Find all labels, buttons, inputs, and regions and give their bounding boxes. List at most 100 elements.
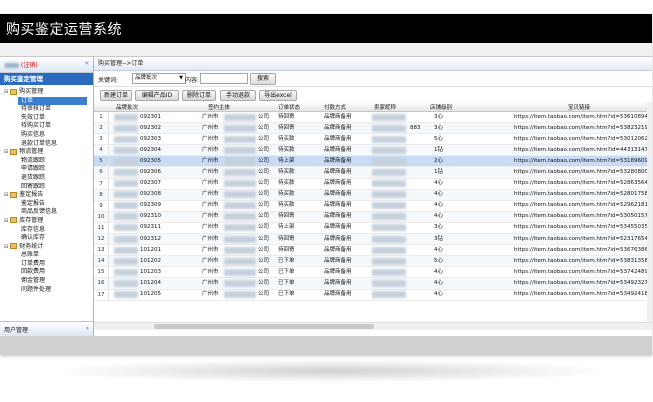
tree-folder[interactable]: ⊟ 物流管理 (0, 148, 93, 157)
redacted-text (372, 168, 406, 176)
cell-entity-suffix: 公司 (258, 135, 270, 142)
cell-batch: 101205 (140, 291, 161, 297)
tree-item[interactable]: 总账单 (0, 251, 93, 260)
vertical-scrollbar[interactable] (647, 102, 652, 322)
table-row[interactable]: 13 101201 广州市 公司 待回寄 品牌商备用 4心 https://item.taob… (94, 245, 652, 257)
cell-link[interactable]: https://item.taobao.com/item.htm?id=5383… (514, 258, 648, 265)
table-row[interactable]: 9 092309 广州市 公司 待买款 品牌商备用 4心 https://item.taoba… (94, 200, 652, 212)
cell-link[interactable]: https://item.taobao.com/item.htm?id=5301… (514, 136, 648, 143)
tree-folder[interactable]: ⊟ 购买管理 (0, 88, 93, 97)
sidebar-user-bar: (注销) « (0, 57, 93, 73)
logout-link[interactable]: (注销) (5, 60, 38, 69)
cell-link[interactable]: https://item.taobao.com/item.htm?id=4431… (514, 147, 648, 154)
collapse-toggle-icon[interactable]: ⊟ (4, 244, 8, 250)
tree-item[interactable]: 待审核订单 (0, 105, 93, 114)
sidebar-footer[interactable]: 用户管理 » (0, 321, 93, 336)
manual-refund-button[interactable]: 手动退款 (220, 90, 256, 101)
redacted-text (372, 224, 406, 232)
tree-item[interactable]: 物流跟踪 (0, 157, 93, 166)
tree-item[interactable]: 订单 (18, 96, 87, 106)
search-field-select[interactable]: 品牌批次 ▼ (132, 73, 186, 84)
collapse-icon[interactable]: « (85, 59, 89, 67)
cell-status: 待买款 (278, 135, 295, 142)
horizontal-scrollbar[interactable] (94, 322, 652, 330)
tree-folder[interactable]: ⊟ 财务统计 (0, 243, 93, 252)
cell-entity: 广州市 (202, 113, 219, 120)
cell-link[interactable]: https://item.taobao.com/item.htm?id=5280… (514, 191, 648, 198)
tree-item-label: 待购买订单 (21, 122, 52, 130)
table-row[interactable]: 14 101202 广州市 公司 已下单 品牌商备用 5心 https://item.taob… (94, 256, 652, 268)
collapse-toggle-icon[interactable]: ⊟ (4, 149, 8, 155)
tree-item[interactable]: 订单费用 (0, 260, 93, 269)
table-row[interactable]: 4 092304 广州市 公司 待买款 品牌商备用 1钻 https://item.taoba… (94, 145, 652, 157)
redacted-text (224, 124, 256, 132)
tree-item[interactable]: 购买信息 (0, 131, 93, 140)
tree-item[interactable]: 待购买订单 (0, 122, 93, 131)
table-row[interactable]: 15 101203 广州市 公司 已下单 品牌商备用 4心 https://item.taob… (94, 267, 652, 279)
column-header[interactable]: 宝贝链接 (568, 103, 590, 111)
cell-link[interactable]: https://item.taobao.com/item.htm?id=5382… (514, 125, 648, 132)
tree-item[interactable]: 回款费用 (0, 268, 93, 277)
tree-item[interactable]: 退货跟踪 (0, 174, 93, 183)
tree-item[interactable]: 申请跟踪 (0, 165, 93, 174)
redacted-text (224, 246, 256, 254)
cell-link[interactable]: https://item.taobao.com/item.htm?id=5361… (514, 114, 648, 121)
column-header[interactable]: 店铺级别 (430, 103, 452, 111)
tree-item-label: 问题件处理 (21, 285, 52, 293)
table-row[interactable]: 10 092310 广州市 公司 待回寄 品牌商备用 4心 https://item.taob… (94, 211, 652, 223)
edit-product-id-button[interactable]: 编辑产品ID (135, 90, 179, 101)
search-button[interactable]: 搜索 (250, 73, 276, 85)
cell-link[interactable]: https://item.taobao.com/item.htm?id=5345… (514, 224, 648, 231)
tree-item[interactable]: 回寄跟踪 (0, 183, 93, 192)
cell-link[interactable]: https://item.taobao.com/item.htm?id=5349… (514, 280, 648, 287)
tree-item[interactable]: 问题件处理 (0, 286, 93, 295)
column-header[interactable]: 付款方式 (324, 103, 346, 111)
redacted-text (224, 235, 256, 243)
tree-folder[interactable]: ⊟ 库存管理 (0, 217, 93, 226)
tree-item[interactable]: 确认库存 (0, 234, 93, 243)
table-row[interactable]: 11 092311 广州市 公司 待上架 品牌商备用 3心 https://item.taob… (94, 222, 652, 235)
table-row[interactable]: 3 092303 广州市 公司 待买款 品牌商备用 5心 https://item.taoba… (94, 134, 652, 146)
table-row[interactable]: 7 092307 广州市 公司 待买款 品牌商备用 4心 https://item.taoba… (94, 178, 652, 190)
table-row[interactable]: 6 092306 广州市 公司 待买款 品牌商备用 1钻 https://item.taoba… (94, 167, 652, 179)
table-row[interactable]: 17 101205 广州市 公司 已下单 品牌商备用 4心 https://item.taob… (94, 289, 652, 301)
cell-link[interactable]: https://item.taobao.com/item.htm?id=5374… (514, 269, 648, 276)
search-input[interactable] (200, 73, 248, 84)
cell-entity-suffix: 公司 (258, 202, 270, 209)
tree-item[interactable]: 商品反馈信息 (0, 208, 93, 217)
table-row[interactable]: 1 092301 广州市 公司 待回寄 品牌商备用 3心 https://item.taoba… (94, 112, 652, 124)
delete-order-button[interactable]: 删除订单 (182, 90, 216, 101)
column-header[interactable]: 签约主体 (208, 103, 230, 111)
table-row[interactable]: 2 092302 广州市 公司 待回寄 品牌商备用 883 3心 https://item.ta… (94, 123, 652, 135)
tree-item[interactable]: 库存信息 (0, 226, 93, 235)
expand-icon[interactable]: » (85, 325, 89, 332)
cell-link[interactable]: https://item.taobao.com/item.htm?id=5305… (514, 213, 648, 220)
sidebar-section-header[interactable]: 购买鉴定管理 (0, 73, 93, 85)
cell-link[interactable]: https://item.taobao.com/item.htm?id=5367… (514, 247, 648, 254)
table-row[interactable]: 16 101204 广州市 公司 已下单 品牌商备用 4心 https://item.taob… (94, 278, 652, 290)
table-row[interactable]: 5 092305 广州市 公司 待上架 品牌商备用 2心 https://item.taoba… (94, 156, 652, 168)
scrollbar-thumb[interactable] (154, 324, 374, 329)
tree-folder[interactable]: ⊟ 鉴定报告 (0, 191, 93, 200)
collapse-toggle-icon[interactable]: ⊟ (4, 89, 8, 95)
cell-link[interactable]: https://item.taobao.com/item.htm?id=5231… (514, 236, 648, 243)
cell-link[interactable]: https://item.taobao.com/item.htm?id=5318… (514, 158, 648, 165)
cell-link[interactable]: https://item.taobao.com/item.htm?id=5296… (514, 202, 648, 209)
table-row[interactable]: 8 092308 广州市 公司 待买款 品牌商备用 4心 https://item.taoba… (94, 189, 652, 201)
column-header[interactable]: 品牌批次 (116, 103, 138, 111)
table-row[interactable]: 12 092312 广州市 公司 待回寄 品牌商备用 3钻 https://item.taob… (94, 234, 652, 246)
tree-item[interactable]: 佣金管理 (0, 277, 93, 286)
redacted-text (372, 235, 406, 243)
collapse-toggle-icon[interactable]: ⊟ (4, 218, 8, 224)
column-header[interactable]: 卖家昵称 (374, 103, 396, 111)
cell-link[interactable]: https://item.taobao.com/item.htm?id=5286… (514, 180, 648, 187)
new-order-button[interactable]: 新建订单 (100, 90, 132, 101)
column-header[interactable]: 订单状态 (278, 103, 300, 111)
cell-status: 已下单 (278, 268, 295, 275)
cell-link[interactable]: https://item.taobao.com/item.htm?id=5328… (514, 169, 648, 176)
collapse-toggle-icon[interactable]: ⊟ (4, 192, 8, 198)
cell-link[interactable]: https://item.taobao.com/item.htm?id=5349… (514, 291, 648, 298)
tree-item[interactable]: 退款订单信息 (0, 140, 93, 149)
export-excel-button[interactable]: 导出excel (259, 90, 297, 101)
redacted-text (224, 191, 256, 199)
